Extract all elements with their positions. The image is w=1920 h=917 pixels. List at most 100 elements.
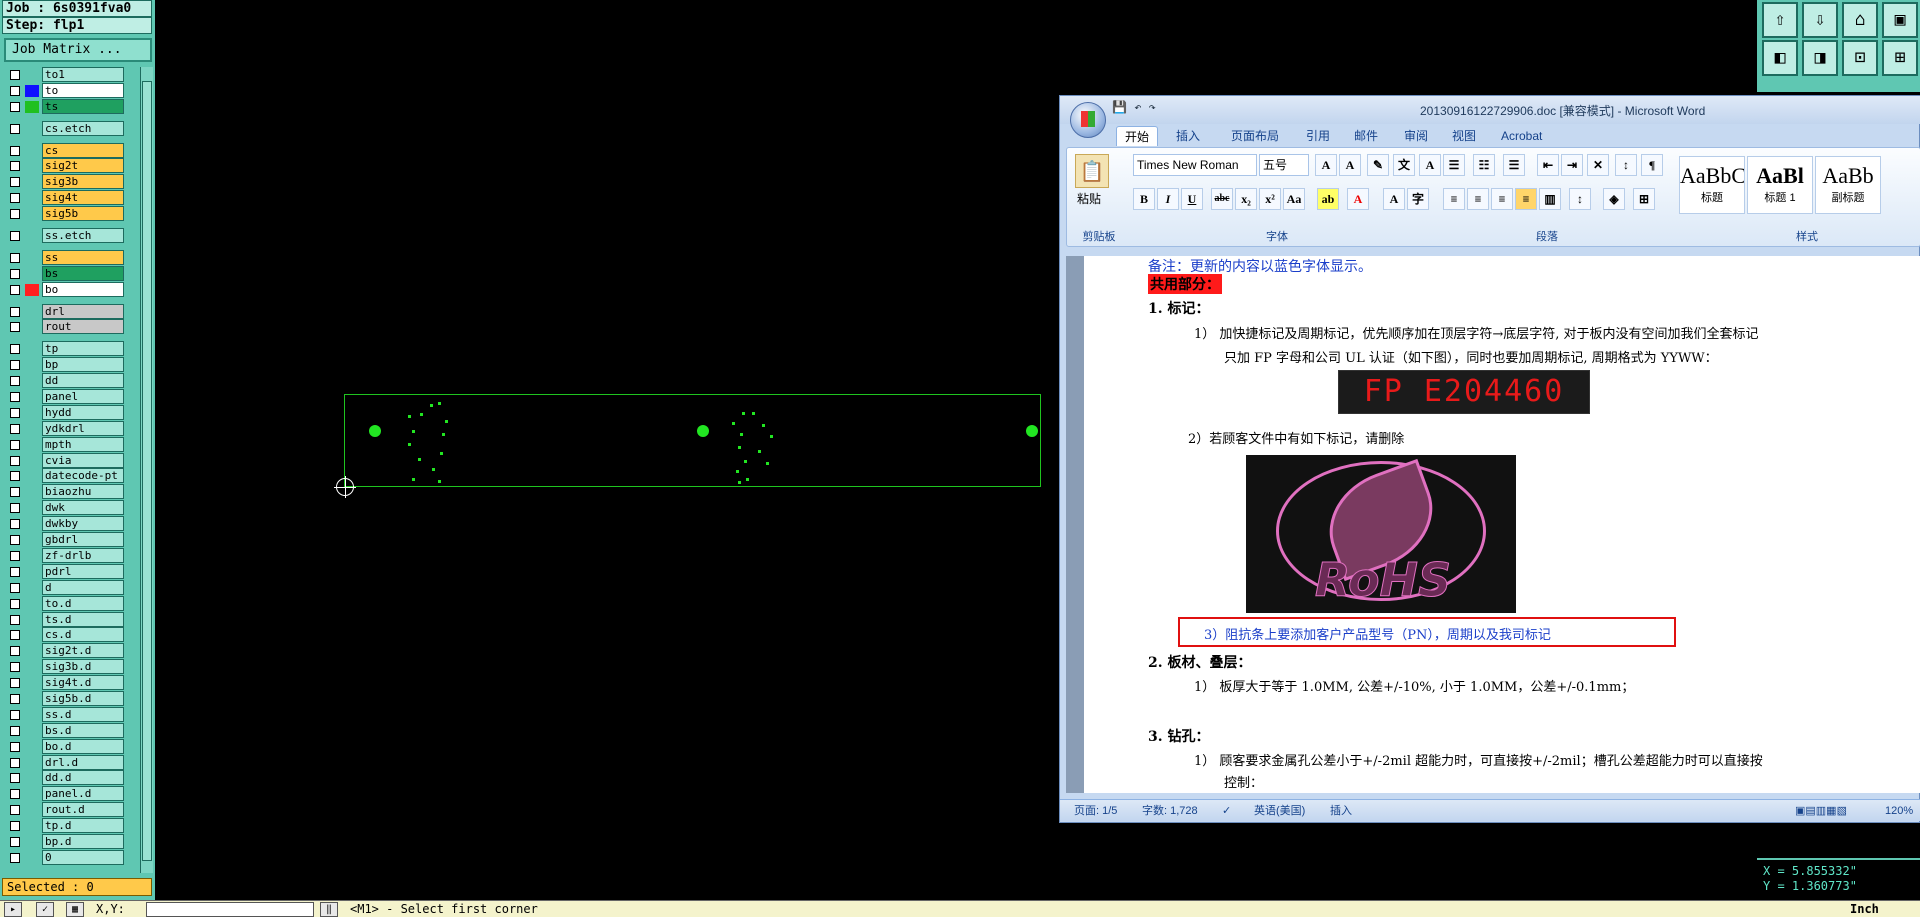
align-center-icon[interactable]: ≡ — [1467, 188, 1489, 210]
layer-row[interactable]: gbdrl — [2, 532, 139, 548]
layer-checkbox[interactable] — [10, 161, 20, 172]
layer-name[interactable]: cs — [42, 142, 124, 158]
layer-checkbox[interactable] — [10, 503, 20, 514]
layer-color-swatch[interactable] — [25, 581, 39, 594]
layer-checkbox[interactable] — [10, 566, 20, 577]
style-subtitle[interactable]: AaBb 副标题 — [1815, 156, 1881, 214]
shrink-font-icon[interactable]: A — [1339, 154, 1361, 176]
layer-color-swatch[interactable] — [25, 160, 39, 173]
layer-color-swatch[interactable] — [25, 251, 39, 264]
layer-name[interactable]: tp.d — [42, 818, 124, 834]
layer-name[interactable]: sig2t — [42, 158, 124, 174]
layer-color-swatch[interactable] — [25, 613, 39, 626]
layer-color-swatch[interactable] — [25, 835, 39, 848]
layer-row[interactable]: d — [2, 579, 139, 596]
layer-checkbox[interactable] — [10, 662, 20, 673]
layer-color-swatch[interactable] — [25, 176, 39, 189]
status-mode[interactable]: 插入 — [1330, 801, 1352, 821]
layer-color-swatch[interactable] — [25, 230, 39, 243]
layer-name[interactable]: bp — [42, 357, 124, 373]
layer-color-swatch[interactable] — [25, 486, 39, 499]
layer-color-swatch[interactable] — [25, 470, 39, 483]
office-button-icon[interactable] — [1070, 102, 1106, 138]
underline-icon[interactable]: U — [1181, 188, 1203, 210]
layer-name[interactable]: gbdrl — [42, 532, 124, 548]
layer-color-swatch[interactable] — [25, 343, 39, 356]
snap-icon[interactable]: ▸ — [4, 902, 22, 917]
layer-name[interactable]: to — [42, 82, 124, 98]
layer-name[interactable]: bs.d — [42, 722, 124, 738]
layer-row[interactable]: ts — [2, 98, 139, 115]
increase-indent-icon[interactable]: ⇥ — [1561, 154, 1583, 176]
layer-name[interactable]: hydd — [42, 404, 124, 420]
italic-icon[interactable]: I — [1157, 188, 1179, 210]
layer-checkbox[interactable] — [10, 145, 20, 156]
layer-name[interactable]: dwkby — [42, 516, 124, 532]
layer-checkbox[interactable] — [10, 392, 20, 403]
layer-name[interactable]: bo.d — [42, 738, 124, 754]
toolbar-fit-icon[interactable]: ⊞ — [1882, 40, 1918, 76]
layer-row[interactable]: 0 — [2, 849, 139, 866]
grow-font-icon[interactable]: A — [1315, 154, 1337, 176]
layer-color-swatch[interactable] — [25, 438, 39, 451]
layer-color-swatch[interactable] — [25, 549, 39, 562]
layer-color-swatch[interactable] — [25, 788, 39, 801]
tab-acrobat[interactable]: Acrobat — [1501, 126, 1542, 146]
layer-row[interactable]: tp.d — [2, 818, 139, 834]
redo-icon[interactable]: ↷ — [1149, 100, 1156, 114]
layer-name[interactable]: biaozhu — [42, 484, 124, 500]
layer-color-swatch[interactable] — [25, 756, 39, 769]
layer-name[interactable]: ss.etch — [42, 228, 124, 244]
layer-name[interactable]: ss — [42, 249, 124, 265]
layer-name[interactable]: drl — [42, 303, 124, 319]
layer-name[interactable]: to.d — [42, 595, 124, 611]
layer-color-swatch[interactable] — [25, 565, 39, 578]
layer-color-swatch[interactable] — [25, 144, 39, 157]
layer-color-swatch[interactable] — [25, 69, 39, 81]
font-name-select[interactable]: Times New Roman — [1133, 154, 1257, 176]
layer-name[interactable]: sig5b.d — [42, 690, 124, 706]
xy-input[interactable] — [146, 902, 314, 917]
layer-name[interactable]: 0 — [42, 849, 124, 865]
layer-color-swatch[interactable] — [25, 305, 39, 318]
layer-checkbox[interactable] — [10, 231, 20, 242]
layer-row[interactable]: mpth — [2, 436, 139, 453]
layer-row[interactable]: cs.d — [2, 627, 139, 643]
layer-checkbox[interactable] — [10, 646, 20, 657]
layer-color-swatch[interactable] — [25, 645, 39, 658]
layer-name[interactable]: d — [42, 579, 124, 595]
layer-checkbox[interactable] — [10, 455, 20, 466]
enclose-char-icon[interactable]: 字 — [1407, 188, 1429, 210]
tab-references[interactable]: 引用 — [1306, 126, 1330, 146]
layer-row[interactable]: sig3b.d — [2, 659, 139, 675]
layer-checkbox[interactable] — [10, 360, 20, 371]
layer-color-swatch[interactable] — [25, 406, 39, 419]
layer-name[interactable]: datecode-pt — [42, 468, 124, 484]
layer-row[interactable]: dwkby — [2, 516, 139, 532]
distribute-icon[interactable]: ▥ — [1539, 188, 1561, 210]
multilevel-icon[interactable]: ☰ — [1503, 154, 1525, 176]
layer-checkbox[interactable] — [10, 306, 20, 317]
toolbar-window-icon[interactable]: ▣ — [1882, 2, 1918, 38]
toolbar-right-icon[interactable]: ◨ — [1802, 40, 1838, 76]
layer-row[interactable]: drl.d — [2, 754, 139, 771]
layer-checkbox[interactable] — [10, 852, 20, 863]
layer-checkbox[interactable] — [10, 773, 20, 784]
layer-name[interactable]: panel — [42, 389, 124, 405]
layer-row[interactable]: rout — [2, 319, 139, 335]
layer-color-swatch[interactable] — [25, 851, 39, 864]
layer-row[interactable]: drl — [2, 303, 139, 320]
layer-name[interactable]: rout — [42, 319, 124, 335]
layer-row[interactable]: sig4t.d — [2, 675, 139, 691]
layer-row[interactable]: sig2t — [2, 158, 139, 174]
layer-row[interactable]: pdrl — [2, 563, 139, 580]
status-page[interactable]: 页面: 1/5 — [1074, 801, 1117, 821]
layer-row[interactable]: panel.d — [2, 786, 139, 802]
layer-checkbox[interactable] — [10, 630, 20, 641]
layer-color-swatch[interactable] — [25, 820, 39, 833]
layer-name[interactable]: ss.d — [42, 706, 124, 722]
layer-name[interactable]: panel.d — [42, 786, 124, 802]
document-page[interactable]: 备注：更新的内容以蓝色字体显示。 共用部分： 1. 标记： 1） 加快捷标记及周… — [1084, 256, 1920, 793]
layer-color-swatch[interactable] — [25, 677, 39, 690]
scroll-thumb[interactable] — [142, 81, 152, 861]
